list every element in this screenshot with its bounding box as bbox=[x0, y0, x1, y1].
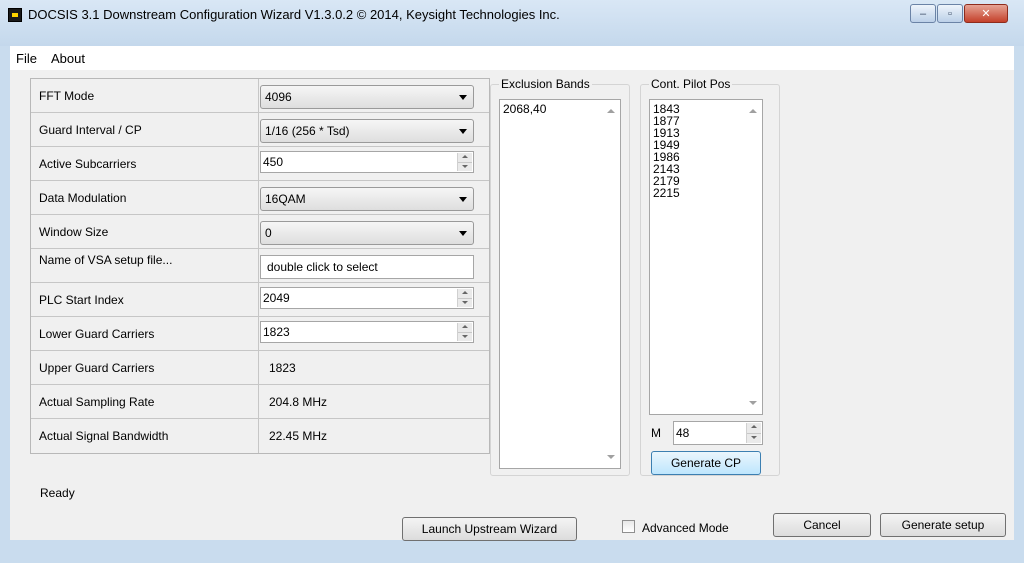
cancel-button[interactable]: Cancel bbox=[773, 513, 871, 537]
row-window-size: Window Size 0 bbox=[31, 215, 489, 249]
app-window: DOCSIS 3.1 Downstream Configuration Wiza… bbox=[0, 0, 1024, 563]
window-size-label: Window Size bbox=[31, 215, 259, 248]
lower-guard-carriers-value: 1823 bbox=[263, 325, 290, 339]
m-value: 48 bbox=[676, 426, 690, 440]
scroll-up-icon[interactable] bbox=[749, 109, 757, 113]
vsa-setup-file-label: Name of VSA setup file... bbox=[31, 249, 259, 282]
scroll-up-icon[interactable] bbox=[607, 109, 615, 113]
spin-up-icon[interactable] bbox=[458, 153, 472, 162]
lower-guard-carriers-label: Lower Guard Carriers bbox=[31, 317, 259, 350]
actual-sampling-rate-label: Actual Sampling Rate bbox=[31, 385, 259, 418]
fft-mode-select[interactable]: 4096 bbox=[260, 85, 474, 109]
row-guard-interval: Guard Interval / CP 1/16 (256 * Tsd) bbox=[31, 113, 489, 147]
exclusion-bands-list[interactable]: 2068,40 bbox=[499, 99, 621, 469]
chevron-down-icon bbox=[459, 197, 467, 202]
plc-start-index-value: 2049 bbox=[263, 291, 290, 305]
chevron-down-icon bbox=[459, 95, 467, 100]
vsa-setup-file-input[interactable]: double click to select bbox=[260, 255, 474, 279]
scroll-down-icon[interactable] bbox=[749, 401, 757, 405]
chevron-down-icon bbox=[459, 231, 467, 236]
spin-up-icon[interactable] bbox=[458, 323, 472, 332]
row-vsa-setup-file: Name of VSA setup file... double click t… bbox=[31, 249, 489, 283]
menu-about[interactable]: About bbox=[51, 51, 85, 66]
row-upper-guard-carriers: Upper Guard Carriers 1823 bbox=[31, 351, 489, 385]
exclusion-bands-group: Exclusion Bands 2068,40 bbox=[490, 77, 630, 476]
actual-signal-bandwidth-label: Actual Signal Bandwidth bbox=[31, 419, 259, 453]
maximize-button[interactable]: ▫ bbox=[937, 4, 963, 23]
guard-interval-select[interactable]: 1/16 (256 * Tsd) bbox=[260, 119, 474, 143]
active-subcarriers-stepper[interactable]: 450 bbox=[260, 151, 474, 173]
spin-up-icon[interactable] bbox=[458, 289, 472, 298]
guard-interval-label: Guard Interval / CP bbox=[31, 113, 259, 146]
upper-guard-carriers-value: 1823 bbox=[269, 360, 296, 375]
m-label: M bbox=[651, 426, 661, 440]
row-plc-start-index: PLC Start Index 2049 bbox=[31, 283, 489, 317]
generate-setup-button[interactable]: Generate setup bbox=[880, 513, 1006, 537]
close-button[interactable]: ✕ bbox=[964, 4, 1008, 23]
scrollbar[interactable] bbox=[744, 101, 761, 413]
pilot-pos-group: Cont. Pilot Pos 1843 1877 1913 1949 1986… bbox=[640, 77, 780, 476]
scroll-down-icon[interactable] bbox=[607, 455, 615, 459]
spin-down-icon[interactable] bbox=[747, 433, 761, 443]
spin-down-icon[interactable] bbox=[458, 298, 472, 307]
status-text: Ready bbox=[40, 486, 75, 500]
spin-up-icon[interactable] bbox=[747, 423, 761, 433]
window-title: DOCSIS 3.1 Downstream Configuration Wiza… bbox=[28, 7, 560, 22]
plc-start-index-stepper[interactable]: 2049 bbox=[260, 287, 474, 309]
actual-signal-bandwidth-value: 22.45 MHz bbox=[269, 429, 328, 443]
app-icon bbox=[8, 8, 22, 22]
actual-sampling-rate-value: 204.8 MHz bbox=[269, 394, 328, 409]
menu-file[interactable]: File bbox=[16, 51, 37, 66]
m-stepper[interactable]: 48 bbox=[673, 421, 763, 445]
launch-upstream-wizard-button[interactable]: Launch Upstream Wizard bbox=[402, 517, 577, 541]
pilot-pos-title: Cont. Pilot Pos bbox=[649, 77, 733, 91]
fft-mode-label: FFT Mode bbox=[31, 79, 259, 112]
advanced-mode-label: Advanced Mode bbox=[642, 521, 729, 535]
scrollbar[interactable] bbox=[602, 101, 619, 467]
data-modulation-select[interactable]: 16QAM bbox=[260, 187, 474, 211]
exclusion-bands-title: Exclusion Bands bbox=[499, 77, 592, 91]
spin-down-icon[interactable] bbox=[458, 162, 472, 171]
window-size-select[interactable]: 0 bbox=[260, 221, 474, 245]
row-lower-guard-carriers: Lower Guard Carriers 1823 bbox=[31, 317, 489, 351]
fft-mode-value: 4096 bbox=[265, 90, 292, 104]
plc-start-index-label: PLC Start Index bbox=[31, 283, 259, 316]
client-area: FFT Mode 4096 Guard Interval / CP 1/16 (… bbox=[10, 70, 1014, 541]
upper-guard-carriers-label: Upper Guard Carriers bbox=[31, 351, 259, 384]
row-actual-sampling-rate: Actual Sampling Rate 204.8 MHz bbox=[31, 385, 489, 419]
row-fft-mode: FFT Mode 4096 bbox=[31, 79, 489, 113]
title-bar[interactable]: DOCSIS 3.1 Downstream Configuration Wiza… bbox=[0, 0, 1024, 46]
minimize-button[interactable]: – bbox=[910, 4, 936, 23]
guard-interval-value: 1/16 (256 * Tsd) bbox=[265, 124, 350, 138]
menu-bar: File About bbox=[10, 46, 1014, 70]
active-subcarriers-value: 450 bbox=[263, 155, 284, 169]
advanced-mode-checkbox[interactable] bbox=[622, 520, 635, 533]
row-actual-signal-bandwidth: Actual Signal Bandwidth 22.45 MHz bbox=[31, 419, 489, 453]
row-active-subcarriers: Active Subcarriers 450 bbox=[31, 147, 489, 181]
pilot-pos-list[interactable]: 1843 1877 1913 1949 1986 2143 2179 2215 bbox=[649, 99, 763, 415]
window-size-value: 0 bbox=[265, 226, 272, 240]
data-modulation-label: Data Modulation bbox=[31, 181, 259, 214]
generate-cp-button[interactable]: Generate CP bbox=[651, 451, 761, 475]
data-modulation-value: 16QAM bbox=[265, 192, 306, 206]
active-subcarriers-label: Active Subcarriers bbox=[31, 147, 259, 180]
spin-down-icon[interactable] bbox=[458, 332, 472, 341]
row-data-modulation: Data Modulation 16QAM bbox=[31, 181, 489, 215]
config-form: FFT Mode 4096 Guard Interval / CP 1/16 (… bbox=[30, 78, 490, 454]
chevron-down-icon bbox=[459, 129, 467, 134]
lower-guard-carriers-stepper[interactable]: 1823 bbox=[260, 321, 474, 343]
